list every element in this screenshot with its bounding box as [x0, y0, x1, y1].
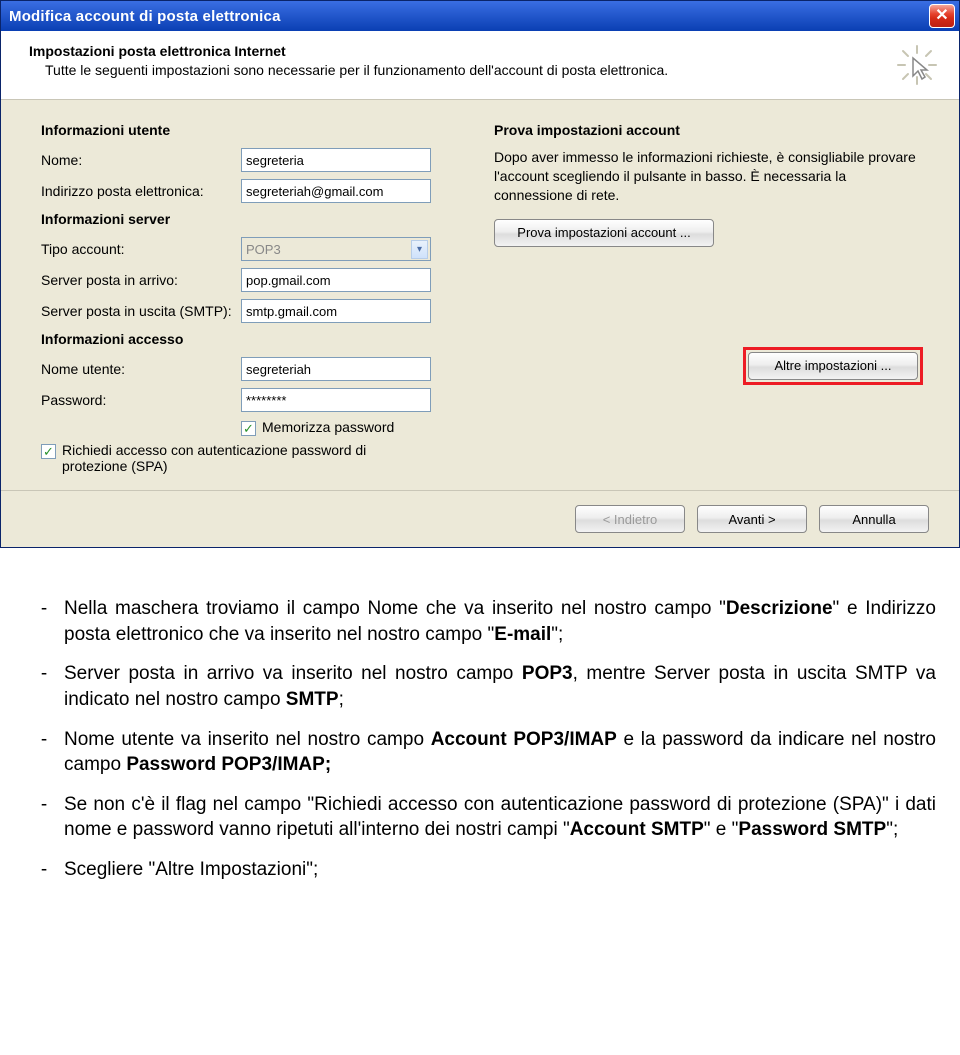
spa-checkbox[interactable]: ✓ — [41, 444, 56, 459]
test-description: Dopo aver immesso le informazioni richie… — [494, 148, 923, 205]
list-item: - Nella maschera troviamo il campo Nome … — [24, 596, 936, 647]
check-icon: ✓ — [43, 445, 54, 458]
password-field[interactable] — [241, 388, 431, 412]
section-test: Prova impostazioni account — [494, 122, 923, 138]
header-title: Impostazioni posta elettronica Internet — [29, 43, 668, 59]
email-field[interactable] — [241, 179, 431, 203]
username-field[interactable] — [241, 357, 431, 381]
section-login-info: Informazioni accesso — [41, 331, 470, 347]
spa-label: Richiedi accesso con autenticazione pass… — [62, 442, 421, 474]
email-account-dialog: Modifica account di posta elettronica ✕ … — [0, 0, 960, 548]
account-type-value: POP3 — [246, 242, 281, 257]
remember-password-checkbox[interactable]: ✓ — [241, 421, 256, 436]
section-user-info: Informazioni utente — [41, 122, 470, 138]
more-settings-button[interactable]: Altre impostazioni ... — [748, 352, 918, 380]
name-label: Nome: — [41, 152, 241, 168]
list-item: - Se non c'è il flag nel campo "Richiedi… — [24, 792, 936, 843]
footer-pane: < Indietro Avanti > Annulla — [1, 490, 959, 547]
next-button[interactable]: Avanti > — [697, 505, 807, 533]
instruction-notes: - Nella maschera troviamo il campo Nome … — [0, 572, 960, 927]
username-label: Nome utente: — [41, 361, 241, 377]
highlight-box: Altre impostazioni ... — [743, 347, 923, 385]
right-column: Prova impostazioni account Dopo aver imm… — [494, 122, 923, 480]
left-column: Informazioni utente Nome: Indirizzo post… — [41, 122, 470, 480]
incoming-label: Server posta in arrivo: — [41, 272, 241, 288]
incoming-server-field[interactable] — [241, 268, 431, 292]
list-item: - Scegliere "Altre Impostazioni"; — [24, 857, 936, 883]
back-button[interactable]: < Indietro — [575, 505, 685, 533]
chevron-down-icon: ▾ — [411, 240, 428, 259]
cursor-icon — [895, 43, 939, 87]
password-label: Password: — [41, 392, 241, 408]
outgoing-label: Server posta in uscita (SMTP): — [41, 303, 241, 319]
check-icon: ✓ — [243, 422, 254, 435]
header-pane: Impostazioni posta elettronica Internet … — [1, 31, 959, 100]
outgoing-server-field[interactable] — [241, 299, 431, 323]
remember-password-row[interactable]: ✓ Memorizza password — [41, 419, 421, 436]
account-type-label: Tipo account: — [41, 241, 241, 257]
test-settings-button[interactable]: Prova impostazioni account ... — [494, 219, 714, 247]
name-field[interactable] — [241, 148, 431, 172]
account-type-select[interactable]: POP3 ▾ — [241, 237, 431, 261]
spa-row[interactable]: ✓ Richiedi accesso con autenticazione pa… — [41, 442, 421, 474]
window-title: Modifica account di posta elettronica — [9, 8, 281, 25]
list-item: - Nome utente va inserito nel nostro cam… — [24, 727, 936, 778]
header-subtitle: Tutte le seguenti impostazioni sono nece… — [29, 62, 668, 78]
email-label: Indirizzo posta elettronica: — [41, 183, 241, 199]
remember-password-label: Memorizza password — [262, 419, 394, 435]
titlebar[interactable]: Modifica account di posta elettronica ✕ — [1, 1, 959, 31]
cancel-button[interactable]: Annulla — [819, 505, 929, 533]
body-pane: Informazioni utente Nome: Indirizzo post… — [1, 100, 959, 490]
section-server-info: Informazioni server — [41, 211, 470, 227]
list-item: - Server posta in arrivo va inserito nel… — [24, 661, 936, 712]
close-button[interactable]: ✕ — [929, 4, 955, 28]
